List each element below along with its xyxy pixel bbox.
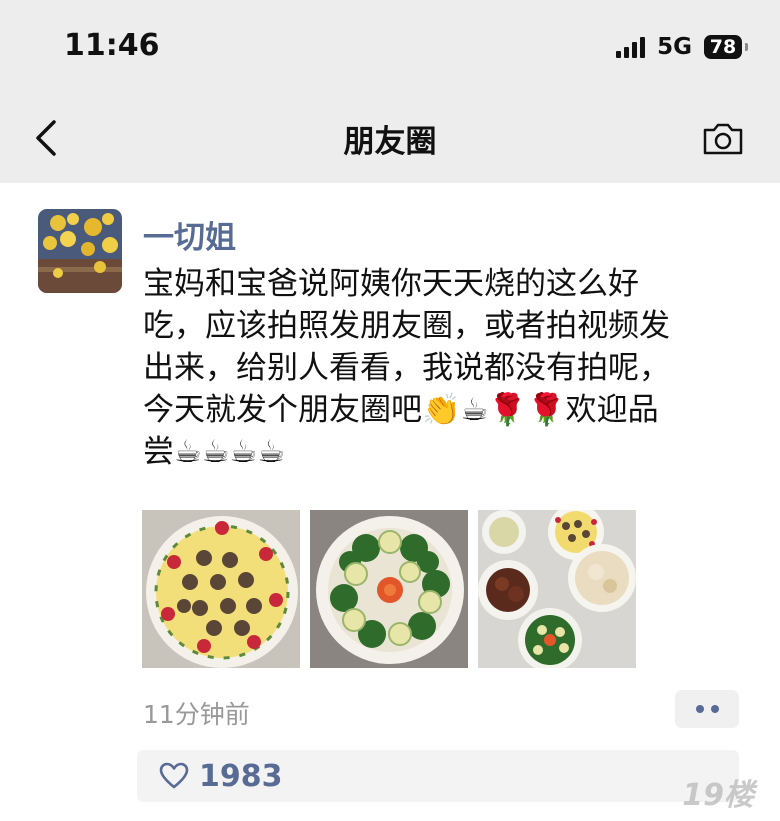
author-name[interactable]: 一切姐	[143, 212, 236, 257]
status-indicators: 5G 78	[616, 34, 748, 60]
avatar[interactable]	[38, 209, 122, 293]
page-title: 朋友圈	[343, 124, 437, 160]
broccoli-carrot-dish-photo[interactable]	[310, 510, 468, 668]
heart-icon	[159, 762, 189, 789]
battery-icon: 78	[704, 35, 748, 59]
post-text: 宝妈和宝爸说阿姨你天天烧的这么好 吃，应该拍照发朋友圈，或者拍视频发 出来，给别…	[143, 266, 670, 470]
network-type: 5G	[657, 34, 692, 60]
dot-icon	[710, 705, 719, 713]
top-bar: 11:46 5G 78 朋友圈	[0, 0, 780, 183]
watermark: 19楼	[682, 778, 754, 813]
signal-icon	[616, 36, 646, 58]
post-time: 11分钟前	[143, 700, 250, 729]
like-count: 1983	[199, 759, 283, 794]
custard-dish-photo[interactable]	[142, 510, 300, 668]
status-time: 11:46	[64, 28, 160, 63]
likes-bar[interactable]: 1983	[137, 750, 739, 802]
photo-grid	[142, 510, 636, 668]
more-actions-button[interactable]	[675, 690, 739, 728]
dot-icon	[695, 705, 704, 713]
camera-icon[interactable]	[702, 122, 744, 156]
dinner-table-photo[interactable]	[478, 510, 636, 668]
